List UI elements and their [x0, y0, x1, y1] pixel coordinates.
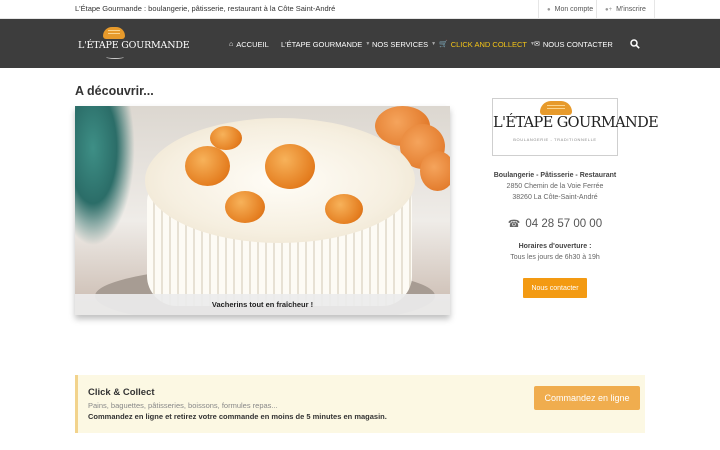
bread-logo-icon — [103, 27, 125, 39]
nav-label-services: NOS SERVICES — [372, 39, 429, 49]
top-bar: L'Étape Gourmande : boulangerie, pâtisse… — [0, 0, 720, 19]
peach-slice — [185, 146, 230, 186]
my-account-label: Mon compte — [554, 6, 594, 13]
sidebar-logo-subtext: BOULANGERIE - TRADITIONNELLE — [513, 137, 597, 142]
logo-flourish — [106, 55, 124, 59]
nav-item-etape-gourmande[interactable]: L'ÉTAPE GOURMANDE ▼ — [281, 38, 370, 50]
main-navbar: L'ÉTAPE GOURMANDE ⌂ ACCUEIL L'ÉTAPE GOUR… — [0, 19, 720, 68]
peach-slice — [210, 126, 242, 150]
user-icon: ● — [547, 6, 551, 13]
hero-caption: Vacherins tout en fraîcheur ! — [211, 300, 314, 309]
site-logo[interactable]: L'ÉTAPE GOURMANDE — [78, 26, 190, 62]
peach-slice — [325, 194, 363, 224]
hours-title: Horaires d'ouverture : — [518, 243, 592, 250]
search-icon — [630, 39, 640, 49]
search-button[interactable] — [630, 38, 640, 50]
envelope-icon: ✉ — [534, 41, 540, 48]
nav-item-nos-services[interactable]: NOS SERVICES ▼ — [372, 38, 436, 50]
click-collect-title: Click & Collect — [88, 387, 155, 398]
click-collect-description: Commandez en ligne et retirez votre comm… — [88, 412, 387, 421]
nav-label-accueil: ACCUEIL — [236, 39, 269, 49]
hero-plant-decor — [75, 106, 135, 246]
signup-link[interactable]: ●+ M'inscrire — [596, 0, 655, 19]
user-plus-icon: ●+ — [605, 6, 613, 13]
phone-text: 04 28 57 00 00 — [525, 218, 603, 230]
site-tagline: L'Étape Gourmande : boulangerie, pâtisse… — [75, 4, 336, 13]
nav-label-click-collect: CLICK AND COLLECT — [450, 39, 527, 49]
home-icon: ⌂ — [229, 40, 234, 48]
phone-icon: ☎ — [507, 219, 521, 230]
section-title: A découvrir... — [75, 84, 154, 98]
nav-item-click-and-collect[interactable]: 🛒 CLICK AND COLLECT ▼ — [439, 38, 535, 50]
chevron-down-icon: ▼ — [365, 41, 371, 47]
click-collect-banner: Click & Collect Pains, baguettes, pâtiss… — [75, 375, 645, 433]
cart-icon: 🛒 — [439, 41, 448, 48]
chevron-down-icon: ▼ — [431, 41, 437, 47]
my-account-link[interactable]: ● Mon compte — [538, 0, 601, 19]
opening-hours: Tous les jours de 6h30 à 19h — [510, 254, 600, 261]
bread-logo-icon — [540, 101, 572, 115]
order-online-button[interactable]: Commandez en ligne — [534, 386, 640, 410]
sidebar-logo-text: L'ÉTAPE GOURMANDE — [493, 115, 659, 131]
peach-slice — [265, 144, 315, 189]
fruit-decor — [420, 151, 450, 191]
address-line-2: 38260 La Côte-Saint-André — [512, 194, 598, 201]
logo-text: L'ÉTAPE GOURMANDE — [78, 40, 190, 51]
address-line-1: 2850 Chemin de la Voie Ferrée — [506, 183, 604, 190]
nav-label-etape: L'ÉTAPE GOURMANDE — [281, 39, 363, 49]
sidebar-logo: L'ÉTAPE GOURMANDE BOULANGERIE - TRADITIO… — [492, 98, 659, 156]
peach-slice — [225, 191, 265, 223]
nav-item-nous-contacter[interactable]: ✉ NOUS CONTACTER — [534, 38, 613, 50]
nav-item-accueil[interactable]: ⌂ ACCUEIL — [229, 38, 269, 50]
click-collect-subtitle: Pains, baguettes, pâtisseries, boissons,… — [88, 401, 278, 410]
hero-carousel[interactable]: Vacherins tout en fraîcheur ! — [75, 106, 450, 315]
phone-number[interactable]: ☎ 04 28 57 00 00 — [480, 218, 630, 230]
contact-button[interactable]: Nous contacter — [523, 278, 587, 298]
nav-label-contact: NOUS CONTACTER — [542, 39, 613, 49]
business-type: Boulangerie - Pâtisserie - Restaurant — [493, 172, 617, 179]
signup-label: M'inscrire — [616, 6, 646, 13]
